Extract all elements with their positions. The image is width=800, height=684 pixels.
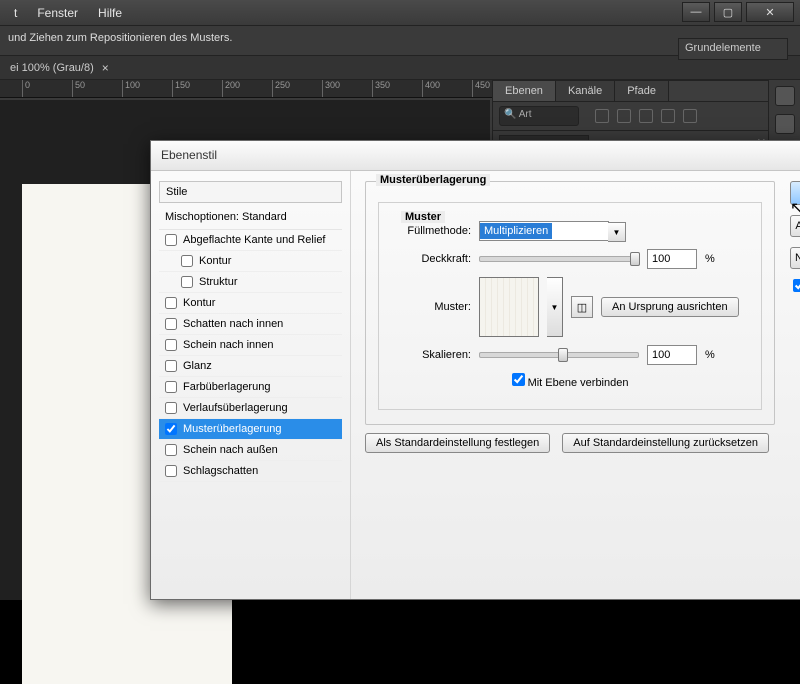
inner-legend: Muster [401, 211, 445, 223]
link-with-layer[interactable]: Mit Ebene verbinden [512, 373, 629, 389]
style-drop-shadow[interactable]: Schlagschatten [159, 461, 342, 482]
style-gradient-overlay[interactable]: Verlaufsüberlagerung [159, 398, 342, 419]
dialog-side-buttons: A N [789, 171, 800, 599]
fieldset-legend: Musterüberlagerung [376, 174, 490, 186]
snap-origin-button[interactable]: An Ursprung ausrichten [601, 297, 739, 317]
style-bevel-texture[interactable]: Struktur [159, 272, 342, 293]
filter-text-icon[interactable] [639, 109, 653, 123]
style-list: Stile Mischoptionen: Standard Abgeflacht… [151, 171, 351, 599]
minimize-button[interactable]: — [682, 2, 710, 22]
layer-style-dialog: Ebenenstil Stile Mischoptionen: Standard… [150, 140, 800, 600]
pattern-chevron-icon[interactable]: ▼ [547, 277, 563, 337]
scale-slider[interactable] [479, 352, 639, 358]
window-buttons: — ▢ ✕ [682, 2, 794, 22]
style-bevel-contour[interactable]: Kontur [159, 251, 342, 272]
filter-smart-icon[interactable] [683, 109, 697, 123]
layers-icon[interactable] [775, 86, 795, 106]
menu-truncated[interactable]: t [4, 6, 27, 20]
layer-filter-icons [595, 109, 697, 123]
filter-adjust-icon[interactable] [617, 109, 631, 123]
filter-pixel-icon[interactable] [595, 109, 609, 123]
opacity-label: Deckkraft: [391, 253, 471, 265]
style-inner-shadow[interactable]: Schatten nach innen [159, 314, 342, 335]
menu-hilfe[interactable]: Hilfe [88, 6, 132, 20]
pattern-swatch[interactable] [479, 277, 539, 337]
filter-shape-icon[interactable] [661, 109, 675, 123]
scale-input[interactable] [647, 345, 697, 365]
opacity-input[interactable] [647, 249, 697, 269]
make-default-button[interactable]: Als Standardeinstellung festlegen [365, 433, 550, 453]
tab-ebenen[interactable]: Ebenen [493, 81, 556, 101]
layer-filter-search[interactable]: 🔍 Art [499, 106, 579, 126]
ok-button-partial[interactable] [790, 181, 800, 205]
doc-close-icon[interactable]: × [102, 61, 109, 75]
document-tab[interactable]: ei 100% (Grau/8) [10, 62, 94, 74]
maximize-button[interactable]: ▢ [714, 2, 742, 22]
preview-checkbox[interactable] [793, 279, 800, 295]
style-color-overlay[interactable]: Farbüberlagerung [159, 377, 342, 398]
style-outer-glow[interactable]: Schein nach außen [159, 440, 342, 461]
blend-mode-label: Füllmethode: [391, 225, 471, 237]
menubar: t Fenster Hilfe — ▢ ✕ [0, 0, 800, 26]
new-style-button-partial[interactable]: N [790, 247, 800, 269]
channels-icon[interactable] [775, 114, 795, 134]
style-bevel[interactable]: Abgeflachte Kante und Relief [159, 230, 342, 251]
menu-fenster[interactable]: Fenster [27, 6, 88, 20]
cancel-button-partial[interactable]: A [790, 215, 800, 237]
scale-label: Skalieren: [391, 349, 471, 361]
tab-pfade[interactable]: Pfade [615, 81, 669, 101]
tab-kanaele[interactable]: Kanäle [556, 81, 615, 101]
style-satin[interactable]: Glanz [159, 356, 342, 377]
pattern-label: Muster: [391, 301, 471, 313]
percent-label-2: % [705, 349, 715, 361]
opacity-slider[interactable] [479, 256, 639, 262]
snap-origin-icon[interactable]: ◫ [571, 296, 593, 318]
hint-text: und Ziehen zum Repositionieren des Muste… [8, 32, 232, 44]
reset-default-button[interactable]: Auf Standardeinstellung zurücksetzen [562, 433, 769, 453]
style-stroke[interactable]: Kontur [159, 293, 342, 314]
blend-mode-combo[interactable]: Multiplizieren ▼ [479, 221, 609, 241]
percent-label: % [705, 253, 715, 265]
chevron-down-icon[interactable]: ▼ [608, 222, 626, 242]
close-button[interactable]: ✕ [746, 2, 794, 22]
style-inner-glow[interactable]: Schein nach innen [159, 335, 342, 356]
style-settings: Musterüberlagerung Muster Füllmethode: M… [351, 171, 789, 599]
dialog-title: Ebenenstil [151, 141, 800, 171]
blending-options[interactable]: Mischoptionen: Standard [159, 205, 342, 230]
styles-header[interactable]: Stile [159, 181, 342, 203]
workspace-preset[interactable]: Grundelemente [678, 38, 788, 60]
style-pattern-overlay[interactable]: Musterüberlagerung [159, 419, 342, 440]
